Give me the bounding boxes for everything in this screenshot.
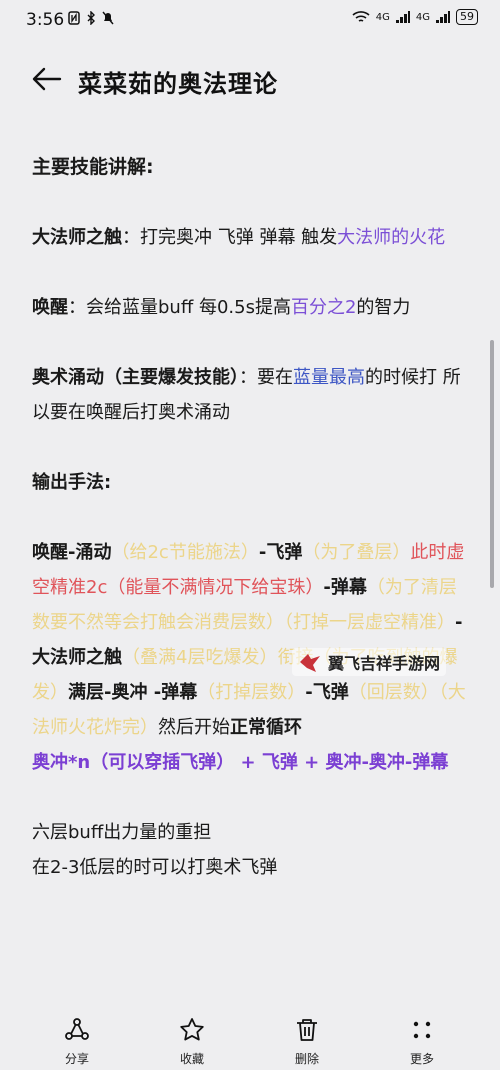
skill-name: 奥术涌动（主要爆发技能） <box>32 367 239 388</box>
section-heading-skills: 主要技能讲解: <box>32 156 154 178</box>
more-button[interactable]: 更多 <box>387 1016 457 1067</box>
paragraph-six-stacks: 六层buff出力量的重担 <box>32 822 212 843</box>
header: 菜菜茹的奥法理论 <box>0 52 500 108</box>
delete-button[interactable]: 删除 <box>272 1016 342 1067</box>
network-type-1: 4G <box>375 11 390 23</box>
delete-label: 删除 <box>294 1052 319 1066</box>
back-arrow-icon[interactable] <box>30 62 64 96</box>
signal-icon <box>395 11 410 23</box>
highlight-text: 百分之2 <box>290 297 357 318</box>
favorite-button[interactable]: 收藏 <box>157 1016 227 1067</box>
nfc-icon <box>68 11 80 25</box>
skill-name: 唤醒 <box>32 297 68 318</box>
rotation-step: -飞弹 <box>305 682 349 703</box>
signal-icon-2 <box>436 11 450 23</box>
battery-indicator: 59 <box>456 9 478 25</box>
more-dots-icon <box>413 1021 431 1039</box>
highlight-text: 蓝量最高 <box>293 367 365 388</box>
wifi-icon <box>352 11 370 22</box>
rotation-step: -弹幕 <box>323 577 367 598</box>
rotation-note: （打掉层数） <box>197 682 306 703</box>
paragraph-rotation: 唤醒-涌动（给2c节能施法）-飞弹（为了叠层）此时虚空精准2c（能量不满情况下给… <box>32 535 472 745</box>
paragraph-arcane-touch: 大法师之触：打完奥冲 飞弹 弹幕 触发大法师的火花 <box>32 220 472 255</box>
rotation-step: 满层-奥冲 -弹幕 <box>68 682 198 703</box>
rotation-note: （给2c节能施法） <box>111 542 259 563</box>
rotation-step: 正常循环 <box>230 717 302 738</box>
status-time: 3:56 <box>26 10 65 30</box>
share-label: 分享 <box>64 1052 89 1066</box>
skill-desc-end: 的智力 <box>356 297 411 318</box>
paragraph-arcane-surge: 奥术涌动（主要爆发技能）：要在蓝量最高的时候打 所以要在唤醒后打奥术涌动 <box>32 360 472 430</box>
rotation-step: -飞弹 <box>258 542 303 563</box>
status-bar: 3:56 4G 4G 59 <box>0 0 500 40</box>
page-title: 菜菜茹的奥法理论 <box>78 70 278 98</box>
rotation-text: 然后开始 <box>158 717 230 738</box>
watermark-logo-icon <box>300 654 320 672</box>
favorite-label: 收藏 <box>179 1052 204 1066</box>
share-icon <box>65 1018 89 1040</box>
paragraph-evocation: 唤醒：会给蓝量buff 每0.5s提高百分之2的智力 <box>32 290 472 325</box>
watermark-text: 翼飞吉祥手游网 <box>328 654 441 673</box>
rotation-step: 唤醒-涌动 <box>32 542 112 563</box>
rotation-note: （打掉一层虚空精准） <box>284 612 455 633</box>
share-button[interactable]: 分享 <box>42 1016 112 1067</box>
bluetooth-icon <box>87 11 95 25</box>
skill-desc: ：打完奥冲 飞弹 弹幕 触发 <box>122 227 338 248</box>
scrollbar[interactable] <box>490 340 494 588</box>
network-type-2: 4G <box>415 11 430 23</box>
status-notification-icons <box>68 11 114 25</box>
skill-desc: ：要在 <box>239 367 293 388</box>
rotation-note: （叠满4层吃爆发） <box>122 647 278 668</box>
rotation-note: （为了叠层） <box>302 542 411 563</box>
mute-bell-icon <box>102 11 114 25</box>
skill-desc: ：会给蓝量buff 每0.5s提高 <box>68 297 291 318</box>
paragraph-main-loop: 奥冲*n（可以穿插飞弹） + 飞弹 + 奥冲-奥冲-弹幕 <box>32 752 449 773</box>
status-right-icons: 4G 4G 59 <box>352 9 478 25</box>
note-content[interactable]: 主要技能讲解: 大法师之触：打完奥冲 飞弹 弹幕 触发大法师的火花 唤醒：会给蓝… <box>32 150 472 885</box>
star-icon <box>180 1018 204 1041</box>
more-label: 更多 <box>409 1052 434 1066</box>
skill-name: 大法师之触 <box>32 227 122 248</box>
highlight-text: 大法师的火花 <box>337 227 446 248</box>
trash-icon <box>297 1019 317 1041</box>
watermark: 翼飞吉祥手游网 <box>292 648 447 676</box>
paragraph-low-stacks: 在2-3低层的时可以打奥术飞弹 <box>32 857 278 878</box>
rotation-highlight: （能量不满情况下给宝珠） <box>107 577 324 598</box>
rotation-note: （回层数） <box>348 682 439 703</box>
bottom-toolbar: 分享 收藏 删除 更多 <box>0 1012 500 1070</box>
section-heading-output: 输出手法: <box>32 472 112 493</box>
